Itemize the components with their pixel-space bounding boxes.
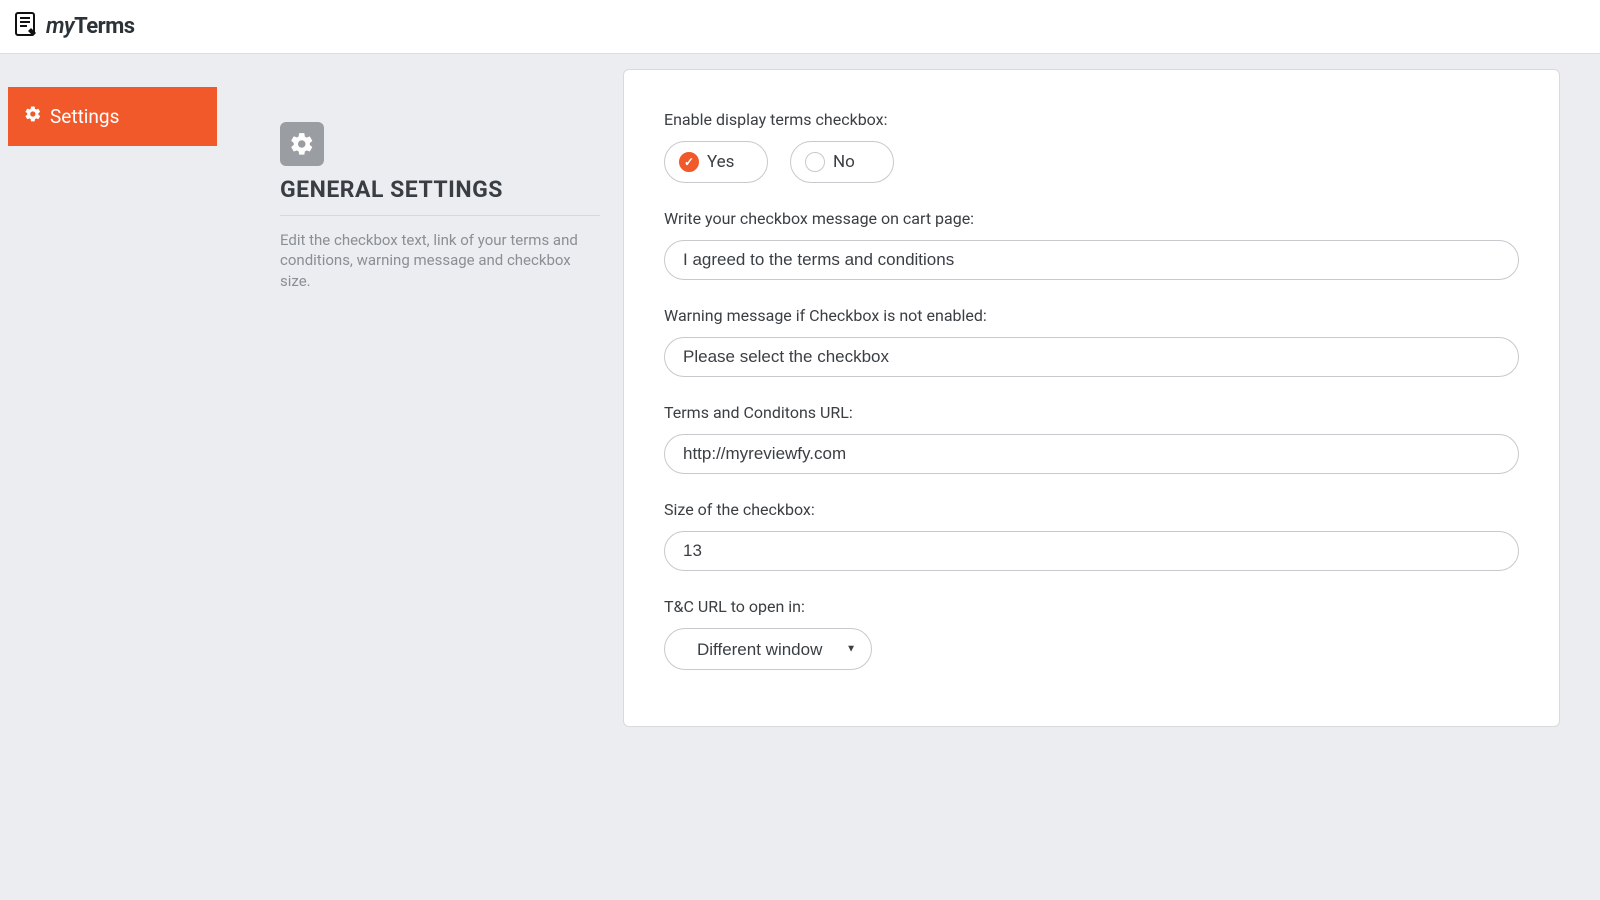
radio-no[interactable]: No	[790, 141, 894, 183]
radio-unchecked-icon	[805, 152, 825, 172]
radio-checked-icon	[679, 152, 699, 172]
radio-yes[interactable]: Yes	[664, 141, 768, 183]
field-open-in: T&C URL to open in: Different window ▼	[664, 597, 1519, 670]
sidebar: Settings	[0, 54, 225, 900]
gear-icon	[24, 105, 42, 128]
sidebar-item-label: Settings	[50, 105, 119, 128]
checkbox-message-input[interactable]	[664, 240, 1519, 280]
field-label: Warning message if Checkbox is not enabl…	[664, 306, 1519, 325]
brand-name: myTerms	[46, 14, 135, 39]
settings-card: Enable display terms checkbox: Yes No Wr…	[623, 69, 1560, 727]
field-label: Terms and Conditons URL:	[664, 403, 1519, 422]
radio-label: No	[833, 152, 855, 172]
field-checkbox-size: Size of the checkbox:	[664, 500, 1519, 571]
field-label: T&C URL to open in:	[664, 597, 1519, 616]
checkbox-size-input[interactable]	[664, 531, 1519, 571]
field-terms-url: Terms and Conditons URL:	[664, 403, 1519, 474]
field-label: Size of the checkbox:	[664, 500, 1519, 519]
terms-url-input[interactable]	[664, 434, 1519, 474]
field-label: Write your checkbox message on cart page…	[664, 209, 1519, 228]
gear-icon	[280, 122, 324, 166]
field-enable-display: Enable display terms checkbox: Yes No	[664, 110, 1519, 183]
field-label: Enable display terms checkbox:	[664, 110, 1519, 129]
section-title: GENERAL SETTINGS	[280, 176, 600, 216]
section-header: GENERAL SETTINGS Edit the checkbox text,…	[280, 69, 600, 291]
warning-message-input[interactable]	[664, 337, 1519, 377]
sidebar-item-settings[interactable]: Settings	[8, 87, 217, 146]
main-content: GENERAL SETTINGS Edit the checkbox text,…	[225, 54, 1600, 900]
topbar: myTerms	[0, 0, 1600, 54]
field-warning-message: Warning message if Checkbox is not enabl…	[664, 306, 1519, 377]
brand-logo: myTerms	[14, 11, 135, 43]
open-in-select[interactable]: Different window	[664, 628, 872, 670]
document-icon	[14, 11, 40, 43]
section-description: Edit the checkbox text, link of your ter…	[280, 230, 600, 291]
radio-label: Yes	[707, 152, 734, 172]
field-checkbox-message: Write your checkbox message on cart page…	[664, 209, 1519, 280]
